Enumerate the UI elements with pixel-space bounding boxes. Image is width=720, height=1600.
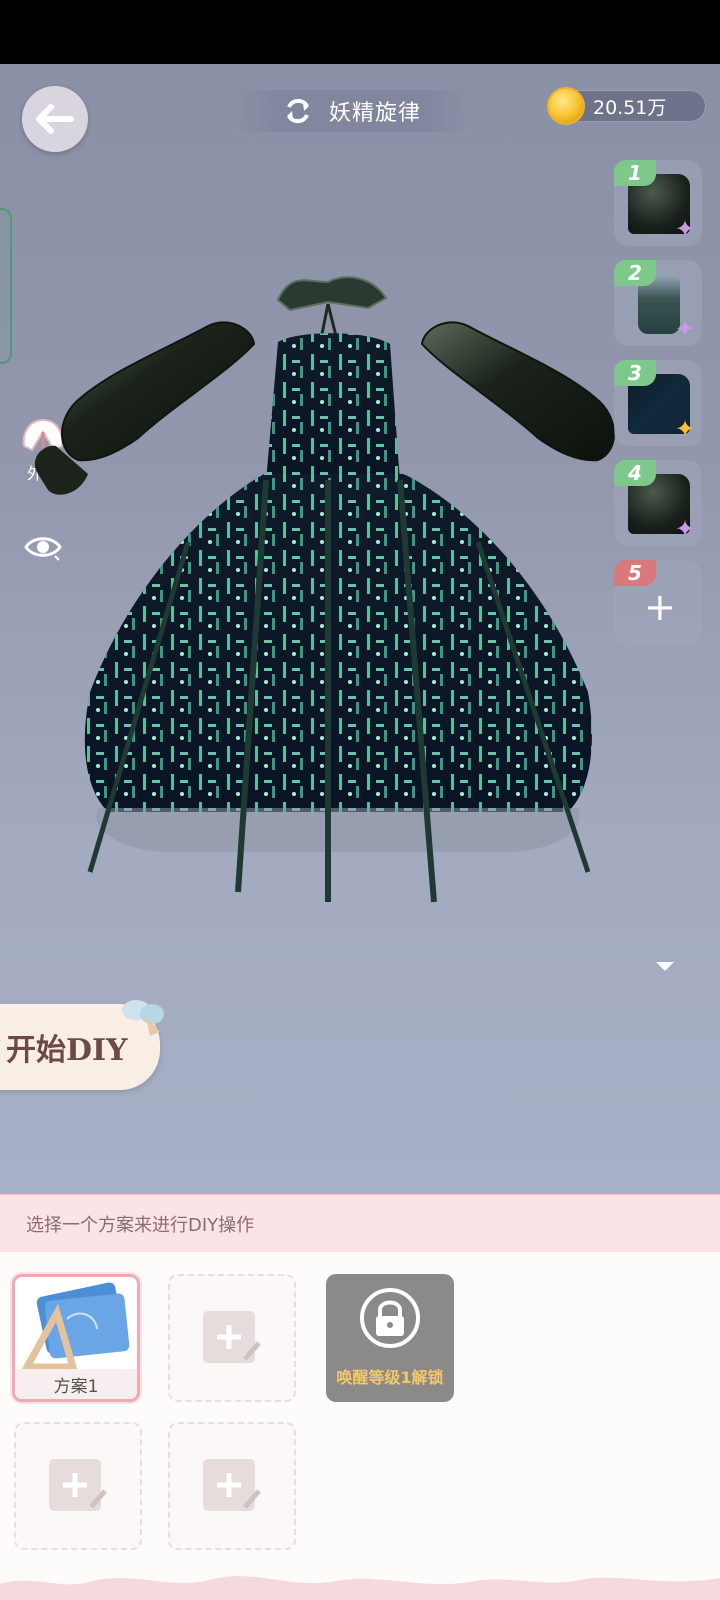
plan-card-5[interactable] (168, 1422, 296, 1550)
cloud-decoration (0, 1576, 720, 1600)
plan-card-4[interactable] (14, 1422, 142, 1550)
outfit-slot-2[interactable]: 2 ✦ (614, 260, 702, 346)
plan-card-1[interactable]: 方案1 (12, 1274, 140, 1402)
dress-model[interactable] (28, 212, 648, 912)
start-diy-label: 开始DIY (6, 1033, 128, 1068)
gold-coin-icon (547, 87, 585, 125)
diy-plan-panel: 选择一个方案来进行DIY操作 方案1 唤醒等级1解锁 (0, 1194, 720, 1600)
unlock-requirement: 唤醒等级1解锁 (336, 1368, 444, 1387)
outfit-slot-4[interactable]: 4 ✦ (614, 460, 702, 546)
add-note-icon (203, 1459, 261, 1511)
gold-star-icon: ✦ (674, 415, 696, 443)
add-note-icon (49, 1459, 107, 1511)
add-note-icon (203, 1311, 261, 1363)
panel-hint: 选择一个方案来进行DIY操作 (26, 1214, 255, 1236)
outfit-slot-list: 1 ✦ 2 ✦ 3 ✦ 4 ✦ 5 + (614, 160, 702, 660)
slot-number: 4 (614, 460, 656, 486)
plan-label-bar: 方案1 (15, 1369, 137, 1399)
plan-label: 方案1 (53, 1376, 99, 1397)
outfit-slot-1[interactable]: 1 ✦ (614, 160, 702, 246)
outfit-title-bar[interactable]: 妖精旋律 (232, 90, 472, 132)
back-button[interactable] (22, 86, 88, 152)
slot-number: 1 (614, 160, 656, 186)
back-arrow-icon (36, 104, 74, 134)
plan-card-2[interactable] (168, 1274, 296, 1402)
left-drawer-handle[interactable] (0, 208, 12, 364)
purple-star-icon: ✦ (674, 515, 696, 543)
lock-icon (360, 1288, 420, 1348)
collapse-arrow-icon[interactable] (656, 962, 674, 971)
purple-star-icon: ✦ (674, 215, 696, 243)
panel-header: 选择一个方案来进行DIY操作 (0, 1194, 720, 1252)
slot-number: 5 (614, 560, 656, 586)
slot-number: 2 (614, 260, 656, 286)
ribbon-bow-icon (122, 1000, 164, 1036)
outfit-slot-5[interactable]: 5 + (614, 560, 702, 646)
outfit-title: 妖精旋律 (328, 101, 421, 126)
start-diy-button[interactable]: 开始DIY (0, 1000, 164, 1090)
slot-number: 3 (614, 360, 656, 386)
coin-amount: 20.51万 (593, 96, 667, 119)
status-bar (0, 0, 720, 64)
dressing-stage: 妖精旋律 20.51万 外套 (0, 64, 720, 1194)
plan-card-3-locked[interactable]: 唤醒等级1解锁 (326, 1274, 454, 1402)
outfit-slot-3[interactable]: 3 ✦ (614, 360, 702, 446)
coin-balance[interactable]: 20.51万 (547, 87, 706, 125)
purple-star-icon: ✦ (674, 315, 696, 343)
refresh-icon[interactable] (283, 96, 313, 126)
blueprint-icon (21, 1282, 130, 1371)
plus-icon: + (644, 585, 676, 629)
